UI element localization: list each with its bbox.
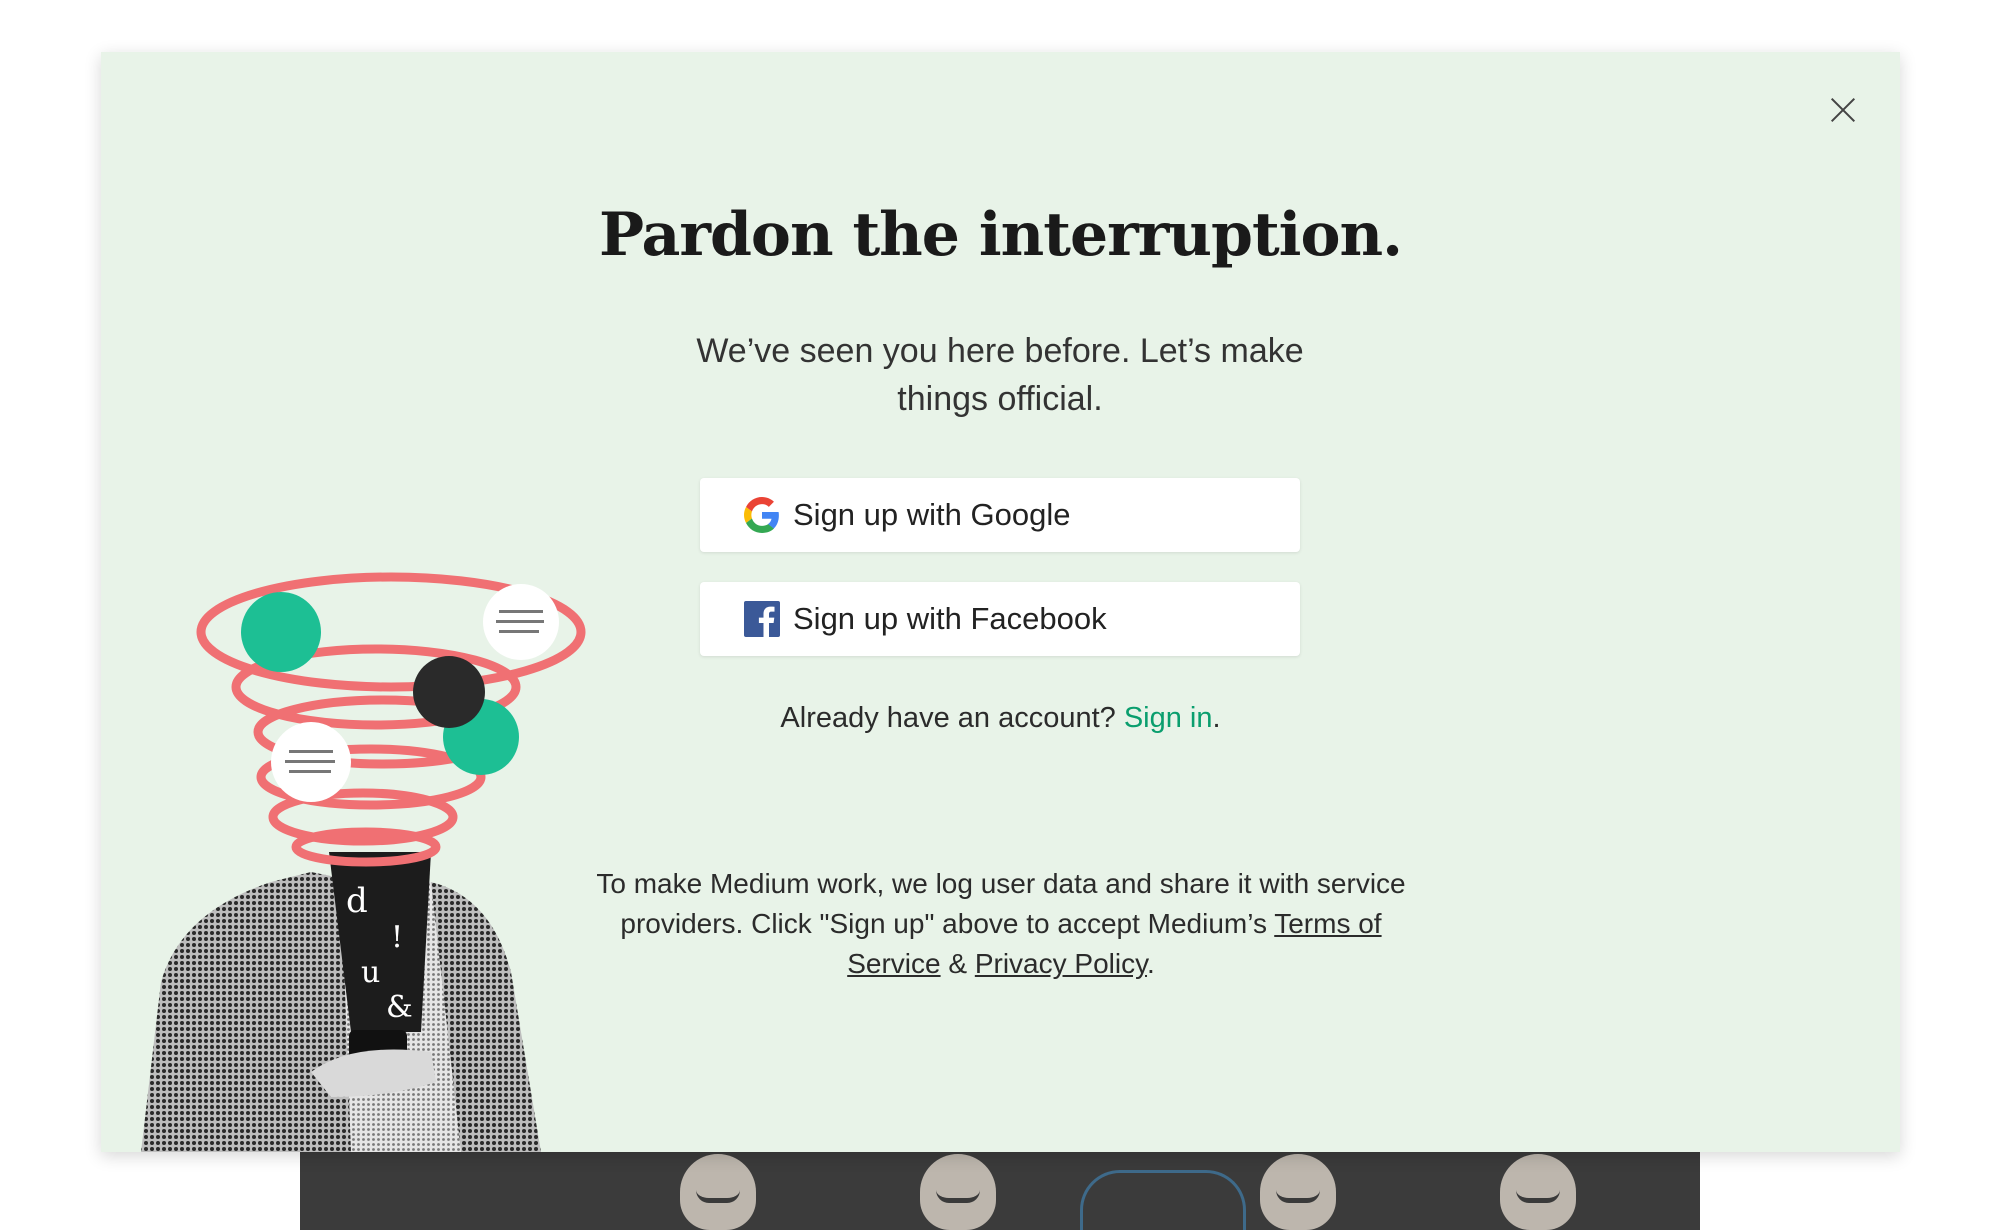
facebook-signup-label: Sign up with Facebook xyxy=(793,601,1107,636)
facebook-signup-button[interactable]: Sign up with Facebook xyxy=(700,582,1300,656)
legal-suffix: . xyxy=(1147,948,1155,979)
facebook-icon xyxy=(744,601,780,637)
signin-link[interactable]: Sign in xyxy=(1124,702,1213,734)
signin-suffix: . xyxy=(1212,702,1221,734)
close-icon[interactable] xyxy=(1823,90,1863,130)
svg-text:d: d xyxy=(346,881,368,921)
illustration-person-tornado: d ! u & xyxy=(141,572,586,1152)
signin-prompt: Already have an account? xyxy=(780,702,1116,734)
google-signup-label: Sign up with Google xyxy=(793,497,1071,532)
google-signup-button[interactable]: Sign up with Google xyxy=(700,478,1300,552)
svg-text:&: & xyxy=(386,990,413,1025)
svg-text:u: u xyxy=(361,955,380,990)
mask-shape xyxy=(1260,1154,1336,1230)
mask-shape xyxy=(920,1154,996,1230)
modal-subtitle: We’ve seen you here before. Let’s make t… xyxy=(696,332,1304,418)
legal-notice: To make Medium work, we log user data an… xyxy=(581,864,1421,984)
mask-shape xyxy=(1500,1154,1576,1230)
signup-modal: Pardon the interruption. We’ve seen you … xyxy=(101,52,1900,1152)
modal-title: Pardon the interruption. xyxy=(598,200,1403,270)
mask-shape xyxy=(680,1154,756,1230)
svg-text:!: ! xyxy=(391,920,403,955)
legal-ampersand: & xyxy=(948,948,968,979)
background-photo xyxy=(300,1140,1700,1230)
background-light xyxy=(1080,1170,1246,1230)
privacy-policy-link[interactable]: Privacy Policy xyxy=(975,948,1147,979)
google-icon xyxy=(744,497,779,533)
